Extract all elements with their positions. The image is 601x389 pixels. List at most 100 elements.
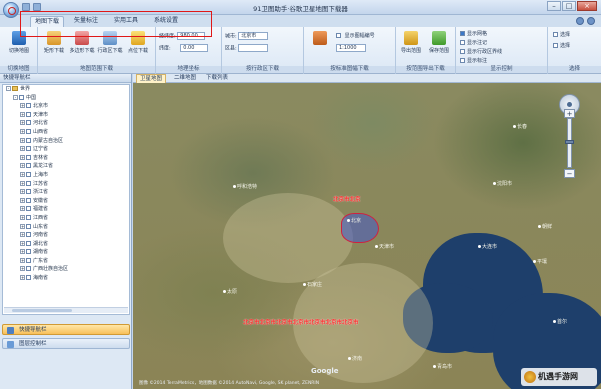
tree-node-province[interactable]: + 内蒙古自治区 [3,137,129,146]
tree-node-province[interactable]: + 吉林省 [3,154,129,163]
tree-horizontal-scrollbar[interactable] [4,307,128,313]
tree-node-province[interactable]: + 湖南省 [3,248,129,257]
expand-icon[interactable]: + [20,275,25,281]
expand-icon[interactable]: + [20,214,25,220]
expand-icon[interactable]: + [20,146,25,152]
point-download-button[interactable]: 点位下载 [125,31,151,54]
tree-checkbox[interactable] [26,206,31,212]
expand-icon[interactable]: + [20,137,25,143]
scrollbar-thumb[interactable] [12,309,72,312]
switch-map-button[interactable]: 切换地图 [6,31,32,54]
tree-checkbox[interactable] [26,171,31,177]
expand-icon[interactable]: + [20,128,25,134]
tree-node-province[interactable]: + 河北省 [3,119,129,128]
tree-checkbox[interactable] [19,94,24,100]
tree-node-province[interactable]: + 辽宁省 [3,145,129,154]
zoom-out-button[interactable]: − [564,169,575,178]
minimize-button[interactable]: – [547,1,561,11]
grid-checkbox[interactable] [460,31,465,36]
expand-icon[interactable]: + [20,206,25,212]
tree-node-province[interactable]: + 浙江省 [3,188,129,197]
tree-node-province[interactable]: + 黑龙江省 [3,162,129,171]
close-button[interactable]: × [577,1,597,11]
zoom-slider-handle[interactable] [565,140,574,144]
latitude-input[interactable]: 0.00 [180,44,209,52]
tree-node-province[interactable]: + 海南省 [3,274,129,283]
expand-icon[interactable]: + [20,266,25,272]
expand-icon[interactable]: + [20,240,25,246]
expand-icon[interactable]: + [20,257,25,263]
info-icon[interactable] [576,17,584,25]
select-checkbox-0[interactable] [553,32,558,37]
tree-checkbox[interactable] [26,111,31,117]
marker-checkbox[interactable] [460,58,465,63]
annotation-checkbox[interactable] [460,40,465,45]
tree-node-world[interactable]: - 世界 [3,85,129,94]
tree-checkbox[interactable] [26,257,31,263]
help-icon[interactable] [587,17,595,25]
tree-checkbox[interactable] [26,214,31,220]
expand-icon[interactable]: + [20,163,25,169]
save-range-button[interactable]: 保存范围 [426,31,452,54]
tree-node-province[interactable]: + 北京市 [3,102,129,111]
satellite-map[interactable]: 呼和浩特 北京 天津市 石家庄 太原 沈阳市 长春 大连市 济南 青岛市 朝鲜 … [133,83,601,389]
layer-control-button[interactable]: 图层控制栏 [2,338,130,349]
tree-checkbox[interactable] [26,154,31,160]
expand-icon[interactable]: + [20,103,25,109]
collapse-icon[interactable]: - [13,94,18,100]
select-checkbox-1[interactable] [553,43,558,48]
tree-node-province[interactable]: + 上海市 [3,171,129,180]
app-menu-orb-icon[interactable] [3,2,19,18]
collapse-icon[interactable]: - [6,86,11,91]
tree-node-china[interactable]: - 中国 [3,94,129,103]
tree-node-province[interactable]: + 湖北省 [3,240,129,249]
rect-download-button[interactable]: 矩形下载 [41,31,67,54]
expand-icon[interactable]: + [20,223,25,229]
tree-node-province[interactable]: + 山西省 [3,128,129,137]
export-range-button[interactable]: 导出范围 [398,31,424,54]
tree-checkbox[interactable] [26,275,31,281]
tree-node-province[interactable]: + 广东省 [3,257,129,266]
show-sheet-checkbox[interactable] [336,33,341,38]
zoom-in-button[interactable]: + [564,109,575,118]
tab-satellite-map[interactable]: 卫星地图 [136,74,167,83]
quick-nav-button[interactable]: 快捷导航栏 [2,324,130,335]
expand-icon[interactable]: + [20,189,25,195]
tree-checkbox[interactable] [26,197,31,203]
expand-icon[interactable]: + [20,249,25,255]
region-tree[interactable]: - 世界 - 中国 + 北京市 + 天津市 + 河北省 + 山西省 + 内蒙古自治区 + 辽宁省 + 吉林省 +… [2,84,130,315]
tree-node-province[interactable]: + 安徽省 [3,197,129,206]
expand-icon[interactable]: + [20,232,25,238]
expand-icon[interactable]: + [20,171,25,177]
expand-icon[interactable]: + [20,111,25,117]
tree-node-province[interactable]: + 广西壮族自治区 [3,265,129,274]
tree-checkbox[interactable] [26,120,31,126]
tree-checkbox[interactable] [26,180,31,186]
tree-checkbox[interactable] [26,232,31,238]
tree-node-province[interactable]: + 山东省 [3,223,129,232]
scale-select[interactable]: 1:1000 [336,44,366,52]
region-download-button[interactable]: 行政区下载 [97,31,123,54]
boundary-checkbox[interactable] [460,49,465,54]
tree-node-province[interactable]: + 福建省 [3,205,129,214]
tree-checkbox[interactable] [26,146,31,152]
tree-checkbox[interactable] [26,137,31,143]
tab-download-list[interactable]: 下载列表 [203,74,231,83]
tab-2d-map[interactable]: 二维地图 [171,74,199,83]
tree-checkbox[interactable] [26,103,31,109]
maximize-button[interactable]: □ [562,1,576,11]
city-select[interactable]: 北京市 [238,32,269,40]
tree-checkbox[interactable] [26,249,31,255]
tree-checkbox[interactable] [26,163,31,169]
expand-icon[interactable]: + [20,120,25,126]
expand-icon[interactable]: + [20,180,25,186]
tree-checkbox[interactable] [26,128,31,134]
tree-checkbox[interactable] [26,240,31,246]
tree-node-province[interactable]: + 河南省 [3,231,129,240]
tree-checkbox[interactable] [26,223,31,229]
tab-map-download[interactable]: 地图下载 [30,16,65,27]
polygon-download-button[interactable]: 多边形下载 [69,31,95,54]
tree-node-province[interactable]: + 天津市 [3,111,129,120]
county-select[interactable] [238,44,269,52]
expand-icon[interactable]: + [20,197,25,203]
